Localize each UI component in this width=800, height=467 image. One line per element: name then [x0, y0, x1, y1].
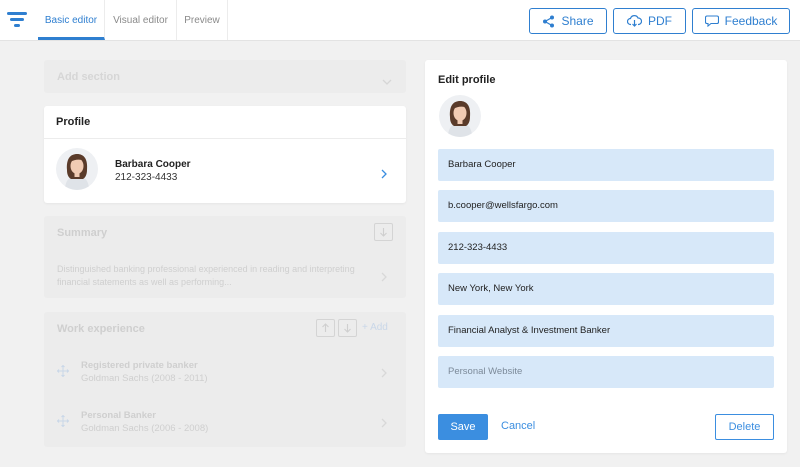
tab-preview[interactable]: Preview	[177, 0, 228, 40]
profile-name: Barbara Cooper	[115, 159, 191, 170]
move-down-button[interactable]	[374, 223, 393, 241]
drag-handle-icon[interactable]	[56, 414, 70, 428]
feedback-button[interactable]: Feedback	[692, 8, 790, 34]
edit-profile-panel: Edit profile Barbara Cooper b.cooper@wel…	[425, 60, 787, 453]
chevron-right-icon[interactable]	[381, 269, 387, 287]
website-field[interactable]: Personal Website	[438, 356, 774, 388]
job-subtitle: Goldman Sachs (2006 - 2008)	[81, 423, 209, 434]
location-field[interactable]: New York, New York	[438, 273, 774, 305]
job-title: Personal Banker	[81, 410, 156, 421]
chevron-down-icon	[382, 73, 392, 85]
arrow-up-icon	[322, 323, 329, 332]
app-logo-icon[interactable]	[6, 9, 28, 31]
job-subtitle: Goldman Sachs (2008 - 2011)	[81, 373, 208, 384]
profile-section-title: Profile	[56, 116, 91, 128]
profile-phone: 212-323-4433	[115, 172, 178, 183]
edit-profile-title: Edit profile	[438, 74, 496, 86]
arrow-down-icon	[344, 324, 351, 333]
delete-button[interactable]: Delete	[715, 414, 774, 440]
pdf-button[interactable]: PDF	[613, 8, 686, 34]
avatar[interactable]	[439, 95, 481, 137]
feedback-label: Feedback	[724, 14, 778, 28]
chevron-right-icon[interactable]	[381, 166, 387, 179]
profile-card[interactable]: Profile Barbara Cooper 212-323-4433	[44, 106, 406, 203]
arrow-down-icon	[380, 228, 387, 237]
divider	[44, 138, 406, 139]
top-bar: Basic editor Visual editor Preview Share…	[0, 0, 800, 41]
share-icon	[542, 15, 555, 28]
job-title: Registered private banker	[81, 360, 198, 371]
chevron-right-icon[interactable]	[381, 415, 387, 428]
share-label: Share	[561, 14, 594, 28]
move-down-button[interactable]	[338, 319, 357, 337]
list-item[interactable]: Personal Banker Goldman Sachs (2006 - 20…	[44, 410, 406, 452]
summary-card[interactable]: Summary Distinguished banking profession…	[44, 216, 406, 298]
summary-text: Distinguished banking professional exper…	[57, 264, 355, 287]
share-button[interactable]: Share	[529, 8, 607, 34]
cancel-button[interactable]: Cancel	[501, 420, 535, 432]
pdf-label: PDF	[648, 14, 672, 28]
phone-field[interactable]: 212-323-4433	[438, 232, 774, 264]
work-section-title: Work experience	[57, 323, 145, 335]
cloud-download-icon	[627, 15, 642, 27]
speech-bubble-icon	[704, 15, 719, 27]
tab-basic-editor[interactable]: Basic editor	[38, 0, 105, 40]
save-button[interactable]: Save	[438, 414, 488, 440]
work-experience-card: Work experience + Add Registered private…	[44, 312, 406, 447]
job-title-field[interactable]: Financial Analyst & Investment Banker	[438, 315, 774, 347]
add-section-label: Add section	[57, 71, 120, 83]
add-section-dropdown[interactable]: Add section	[44, 60, 406, 93]
add-work-button[interactable]: + Add	[362, 322, 388, 333]
drag-handle-icon[interactable]	[56, 364, 70, 378]
summary-section-title: Summary	[57, 227, 108, 239]
email-field[interactable]: b.cooper@wellsfargo.com	[438, 190, 774, 222]
name-field[interactable]: Barbara Cooper	[438, 149, 774, 181]
tab-visual-editor[interactable]: Visual editor	[105, 0, 177, 40]
chevron-right-icon[interactable]	[381, 365, 387, 378]
avatar	[56, 148, 98, 190]
list-item[interactable]: Registered private banker Goldman Sachs …	[44, 360, 406, 402]
move-up-button[interactable]	[316, 319, 335, 337]
